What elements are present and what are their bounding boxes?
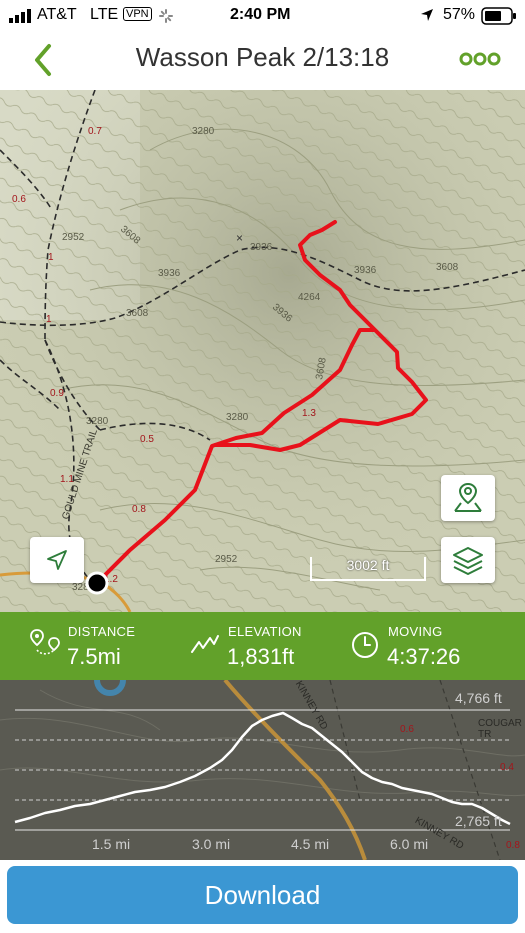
map-layers-button[interactable]	[441, 537, 495, 583]
trail-distance-label: 0.7	[88, 126, 102, 137]
vpn-badge: VPN	[123, 7, 152, 21]
track-stats-bar: DISTANCE 7.5mi ELEVATION 1,831ft MOVING …	[0, 612, 525, 680]
moving-label: MOVING	[388, 624, 443, 639]
contour-label: 3280	[86, 416, 109, 427]
distance-value: 7.5mi	[67, 644, 121, 669]
elevation-chart-icon	[191, 635, 219, 653]
nav-bar: Wasson Peak 2/13:18	[0, 32, 525, 91]
clock-icon	[352, 632, 378, 658]
trail-distance-label: 1.3	[302, 408, 316, 419]
status-bar: AT&T LTE VPN 2:40 PM 57%	[0, 0, 525, 32]
contour-label: 2952	[62, 232, 85, 243]
contour-label: 2952	[215, 554, 238, 565]
download-button[interactable]: Download	[7, 866, 518, 924]
distance-tick-label: 6.0 mi	[390, 836, 429, 852]
trail-distance-label: 1	[48, 252, 54, 263]
signal-icon	[9, 9, 31, 23]
distance-tick-label: 3.0 mi	[192, 836, 231, 852]
battery-percent: 57%	[443, 6, 476, 23]
elevation-profile[interactable]: KINNEY RD COUGAR TR KINNEY RD 0.6 0.4 0.…	[0, 680, 525, 860]
topo-map[interactable]: 3280 3608 3936 3936 4264 3936 3608 3608 …	[0, 90, 525, 612]
trail-distance-label: 1	[46, 314, 52, 325]
route-pin-icon	[30, 629, 60, 655]
contour-label: 3280	[226, 412, 249, 423]
road-label: COUGAR TR	[478, 718, 522, 740]
navigation-arrow-icon	[47, 550, 67, 570]
max-elevation-label: 4,766 ft	[455, 690, 502, 706]
peak-marker-icon: ×	[236, 231, 243, 245]
elevation-stat: ELEVATION 1,831ft	[190, 612, 340, 680]
distance-tick-label: 1.5 mi	[92, 836, 131, 852]
more-dots-icon[interactable]	[459, 51, 501, 67]
moving-value: 4:37:26	[387, 644, 461, 669]
trail-distance-label: 0.6	[12, 194, 26, 205]
contour-label: 3936	[250, 242, 273, 253]
min-elevation-label: 2,765 ft	[455, 813, 502, 829]
clock-label: 2:40 PM	[230, 6, 291, 23]
map-scale-bar: 3002 ft	[310, 557, 426, 581]
moving-time-stat: MOVING 4:37:26	[350, 612, 520, 680]
trail-distance-label: 0.9	[50, 388, 64, 399]
elevation-profile-line	[14, 711, 511, 826]
distance-stat: DISTANCE 7.5mi	[28, 612, 178, 680]
contour-label: 3936	[354, 265, 377, 276]
locate-me-button[interactable]	[30, 537, 84, 583]
contour-label: 3280	[192, 126, 215, 137]
footer-bar: Download	[0, 860, 525, 933]
road-label: 0.8	[506, 840, 520, 851]
carrier-label: AT&T	[37, 6, 77, 23]
contour-label: 4264	[298, 292, 321, 303]
map-canvas[interactable]: 3280 3608 3936 3936 4264 3936 3608 3608 …	[0, 90, 525, 612]
contour-label: 3608	[126, 308, 149, 319]
layers-icon	[453, 547, 483, 575]
elevation-label: ELEVATION	[228, 624, 302, 639]
distance-tick-label: 4.5 mi	[291, 836, 330, 852]
contour-label: 3608	[436, 262, 459, 273]
trail-distance-label: 0.8	[132, 504, 146, 515]
loading-spinner-icon	[159, 9, 173, 23]
location-arrow-icon	[421, 9, 433, 21]
elevation-value: 1,831ft	[227, 644, 295, 669]
route-start-marker	[85, 571, 109, 595]
page-title: Wasson Peak 2/13:18	[135, 42, 390, 72]
network-label: LTE	[90, 6, 119, 23]
trail-distance-label: 0.5	[140, 434, 154, 445]
map-pin-icon	[454, 482, 482, 512]
distance-label: DISTANCE	[68, 624, 136, 639]
contour-label: 3936	[158, 268, 181, 279]
road-label: 0.6	[400, 724, 414, 735]
add-waypoint-button[interactable]	[441, 475, 495, 521]
battery-icon	[481, 7, 516, 25]
road-label: 0.4	[500, 762, 514, 773]
